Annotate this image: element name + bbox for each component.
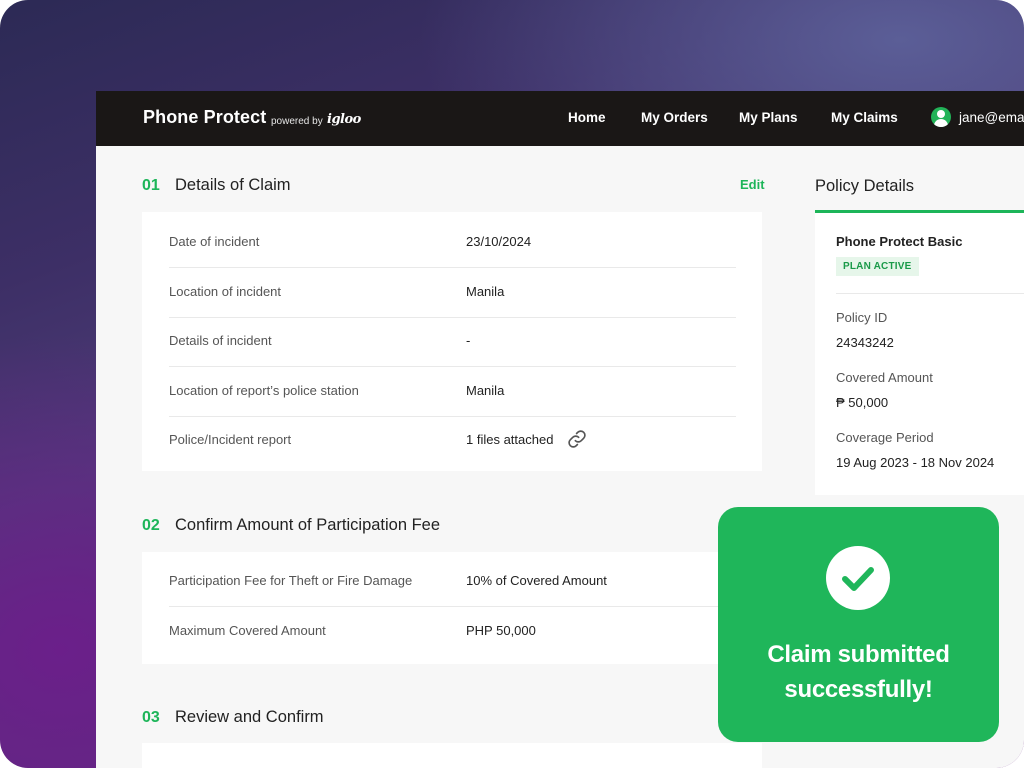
row-label: Location of incident bbox=[169, 284, 282, 299]
section-number: 03 bbox=[142, 709, 160, 726]
toast-message: Claim submitted successfully! bbox=[718, 637, 999, 707]
user-avatar-icon[interactable] bbox=[931, 107, 951, 127]
divider bbox=[836, 293, 1024, 294]
row-value: - bbox=[466, 333, 471, 348]
row-value: Manila bbox=[466, 284, 505, 299]
section-title: Review and Confirm bbox=[175, 708, 324, 726]
row-label: Maximum Covered Amount bbox=[169, 623, 326, 638]
detail-row: Date of incident 23/10/2024 bbox=[169, 217, 736, 268]
plan-name: Phone Protect Basic bbox=[836, 234, 963, 249]
row-label: Participation Fee for Theft or Fire Dama… bbox=[169, 573, 413, 588]
nav-my-plans[interactable]: My Plans bbox=[739, 110, 798, 125]
link-icon[interactable] bbox=[567, 429, 587, 449]
row-value: Manila bbox=[466, 383, 505, 398]
row-label: Date of incident bbox=[169, 234, 260, 249]
policy-field-value: 19 Aug 2023 - 18 Nov 2024 bbox=[836, 455, 995, 470]
policy-field-value: ₱ 50,000 bbox=[836, 395, 889, 410]
policy-field-label: Policy ID bbox=[836, 310, 888, 325]
row-value[interactable]: 1 files attached bbox=[466, 432, 553, 447]
background-frame: Phone Protect powered by igloo Home My O… bbox=[0, 0, 1024, 768]
status-badge: PLAN ACTIVE bbox=[836, 257, 919, 276]
user-email[interactable]: jane@ema bbox=[959, 110, 1024, 125]
policy-field-label: Coverage Period bbox=[836, 430, 934, 445]
check-circle-icon bbox=[826, 546, 890, 610]
igloo-logo: igloo bbox=[327, 112, 361, 127]
toast-line-1: Claim submitted bbox=[767, 641, 950, 668]
top-nav-bar: Phone Protect powered by igloo Home My O… bbox=[96, 91, 1024, 146]
detail-row: Location of report’s police station Mani… bbox=[169, 366, 736, 417]
review-card bbox=[142, 743, 762, 768]
policy-details-card: Phone Protect Basic PLAN ACTIVE Policy I… bbox=[815, 213, 1024, 495]
nav-home[interactable]: Home bbox=[568, 110, 606, 125]
policy-details-title: Policy Details bbox=[815, 177, 915, 195]
detail-row: Participation Fee for Theft or Fire Dama… bbox=[169, 556, 736, 607]
row-value: 10% of Covered Amount bbox=[466, 573, 607, 588]
detail-row: Police/Incident report 1 files attached bbox=[169, 415, 736, 465]
toast-line-2: successfully! bbox=[784, 676, 933, 703]
row-value: PHP 50,000 bbox=[466, 623, 536, 638]
detail-row: Details of incident - bbox=[169, 316, 736, 367]
row-label: Location of report’s police station bbox=[169, 383, 359, 398]
section-number: 01 bbox=[142, 177, 160, 194]
row-value: 23/10/2024 bbox=[466, 234, 532, 249]
detail-row: Maximum Covered Amount PHP 50,000 bbox=[169, 606, 736, 656]
edit-button[interactable]: Edit bbox=[740, 177, 765, 192]
row-label: Details of incident bbox=[169, 333, 272, 348]
section-number: 02 bbox=[142, 517, 160, 534]
nav-my-claims[interactable]: My Claims bbox=[831, 110, 898, 125]
detail-row: Location of incident Manila bbox=[169, 267, 736, 318]
participation-fee-card: Participation Fee for Theft or Fire Dama… bbox=[142, 552, 762, 664]
policy-field-label: Covered Amount bbox=[836, 370, 933, 385]
brand-title[interactable]: Phone Protect bbox=[143, 107, 266, 128]
claim-details-card: Date of incident 23/10/2024 Location of … bbox=[142, 212, 762, 471]
section-title: Confirm Amount of Participation Fee bbox=[175, 516, 441, 534]
row-label: Police/Incident report bbox=[169, 432, 292, 447]
policy-field-value: 24343242 bbox=[836, 335, 894, 350]
powered-by-label: powered by bbox=[271, 116, 323, 127]
nav-my-orders[interactable]: My Orders bbox=[641, 110, 708, 125]
success-toast: Claim submitted successfully! bbox=[718, 507, 999, 742]
section-title: Details of Claim bbox=[175, 176, 291, 194]
